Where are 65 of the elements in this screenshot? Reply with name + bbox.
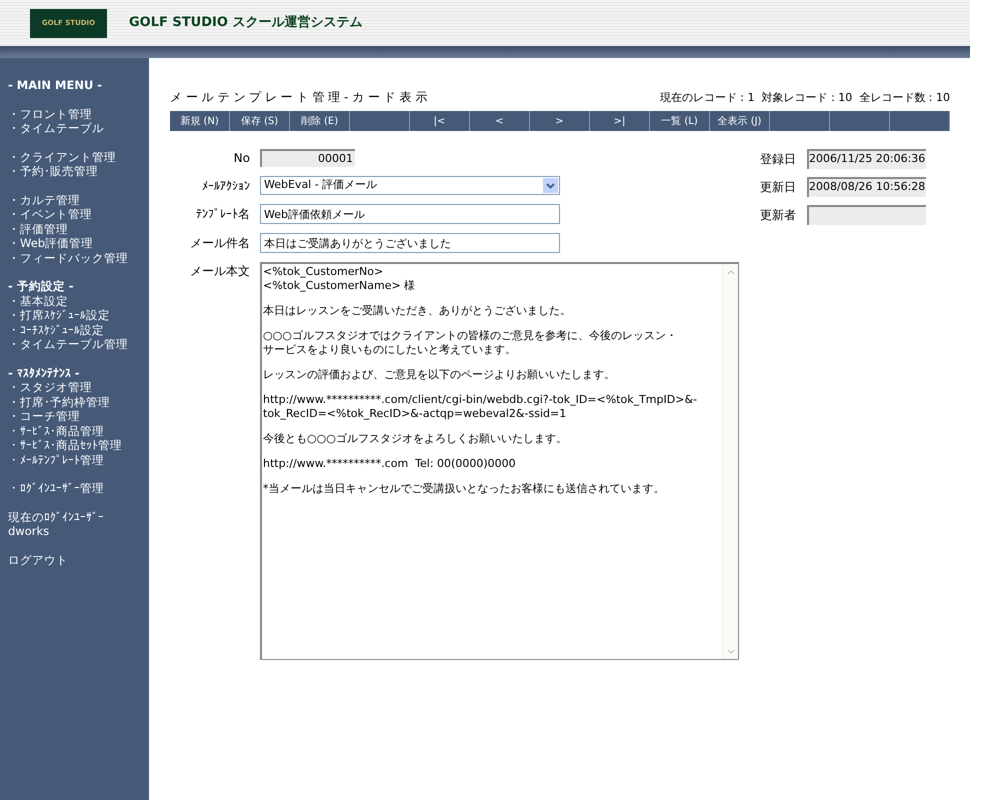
menu-item[interactable]: ・打席･予約枠管理 — [8, 394, 149, 409]
body-text-line: 本日はレッスンをご受講いただき、ありがとうございました。 — [263, 304, 572, 318]
menu-item[interactable]: ・ﾒｰﾙﾃﾝﾌﾟﾚｰﾄ管理 — [8, 452, 149, 467]
menu-item[interactable]: ・打席ｽｹｼﾞｭｰﾙ設定 — [8, 308, 149, 322]
field-label: 登録日 — [760, 151, 797, 168]
toolbar-button[interactable]: |< — [410, 111, 470, 131]
body-text-line: <%tok_CustomerNo> — [263, 265, 384, 279]
menu-item[interactable]: ・基本設定 — [8, 294, 149, 308]
body-text-line: レッスンの評価および、ご意見を以下のページよりお願いいたします。 — [263, 368, 616, 382]
action-select[interactable]: WebEval - 評価メール — [260, 176, 560, 195]
menu-item[interactable]: ・予約･販売管理 — [8, 164, 149, 178]
menu-item[interactable]: ・イベント管理 — [8, 207, 149, 222]
date-field: 2006/11/25 20:06:36 — [807, 149, 926, 169]
menu-heading: - ﾏｽﾀﾒﾝﾃﾅﾝｽ - — [8, 366, 81, 380]
menu-heading: - 予約設定 - — [8, 279, 75, 294]
menu-item[interactable]: ・フロント管理 — [8, 106, 149, 121]
field-label: ﾃﾝﾌﾟﾚｰﾄ名 — [195, 206, 251, 223]
menu-item[interactable]: ・タイムテーブル — [8, 121, 149, 136]
menu-item[interactable]: ・フィードバック管理 — [8, 250, 149, 265]
toolbar-button[interactable]: > — [530, 111, 590, 131]
toolbar-button[interactable]: >| — [590, 111, 650, 131]
body-text-line: ○○○ゴルフスタジオではクライアントの皆様のご意見を参考に、今後のレッスン・ — [263, 329, 678, 343]
menu-item[interactable]: ・評価管理 — [8, 222, 149, 236]
field-label: メール本文 — [189, 263, 251, 280]
toolbar-button[interactable]: 全表示 (J) — [710, 111, 770, 131]
menu-heading: - MAIN MENU - — [8, 78, 104, 92]
field-label: 更新者 — [760, 207, 797, 224]
body-textarea[interactable] — [260, 262, 739, 660]
toolbar-button[interactable]: 一覧 (L) — [650, 111, 710, 131]
menu-item[interactable]: ・Web評価管理 — [8, 236, 149, 250]
menu-item[interactable]: ・ｺｰﾁｽｹｼﾞｭｰﾙ設定 — [8, 322, 149, 337]
menu-item[interactable]: ・スタジオ管理 — [8, 380, 149, 394]
number-field[interactable]: 00001 — [260, 149, 355, 167]
toolbar-button[interactable]: 保存 (S) — [230, 111, 290, 131]
body-text-line: http://www.**********.com Tel: 00(0000)0000 — [263, 457, 517, 471]
menu-item[interactable]: ・カルテ管理 — [8, 192, 149, 207]
scrollbar[interactable] — [722, 264, 738, 659]
menu-item[interactable]: ・クライアント管理 — [8, 150, 149, 164]
menu-item[interactable]: ・タイムテーブル管理 — [8, 337, 149, 352]
menu-item[interactable]: ・ｻｰﾋﾞｽ･商品ｾｯﾄ管理 — [8, 438, 149, 452]
menu-item[interactable]: ・コーチ管理 — [8, 409, 149, 424]
toolbar-button[interactable]: 削除 (E) — [290, 111, 350, 131]
body-text-line: 今後とも○○○ゴルフスタジオをよろしくお願いいたします。 — [263, 432, 568, 446]
field-label: 更新日 — [760, 179, 797, 196]
subject-field[interactable]: 本日はご受講ありがとうございました — [260, 233, 560, 253]
toolbar-button[interactable]: < — [470, 111, 530, 131]
field-label: No — [232, 150, 251, 167]
menu-item[interactable]: ・ﾛｸﾞｲﾝﾕｰｻﾞｰ管理 — [8, 481, 149, 496]
app-title: GOLF STUDIO スクール運営システム — [129, 14, 362, 32]
body-text-line: サービスをより良いものにしたいと考えています。 — [263, 343, 517, 357]
field-label: ﾒｰﾙｱｸｼｮﾝ — [201, 178, 251, 194]
template-name-field[interactable]: Web評価依頼メール — [260, 204, 560, 224]
toolbar-button[interactable]: 新規 (N) — [170, 111, 230, 131]
date-field: 2008/08/26 10:56:28 — [807, 177, 926, 197]
page-title: メ ー ル テ ン プ レ ー ト 管 理 - カ ー ド 表 示 — [170, 89, 428, 106]
record-info: 現在のレコード : 1 対象レコード : 10 全レコード数 : 10 — [660, 90, 950, 106]
body-text-line: <%tok_CustomerName> 様 — [263, 279, 416, 293]
body-text-line: tok_RecID=<%tok_RecID>&-actqp=webeval2&-ssid=1 — [263, 407, 568, 421]
body-text-line: http://www.**********.com/client/cgi-bin/webdb.cgi?-tok_ID=<%tok_TmpID>&- — [263, 393, 698, 407]
menu-item[interactable]: 現在のﾛｸﾞｲﾝﾕｰｻﾞｰ — [8, 510, 149, 524]
field-label: メール件名 — [189, 235, 251, 252]
menu-item[interactable]: ・ｻｰﾋﾞｽ･商品管理 — [8, 424, 149, 438]
menu-item[interactable]: ログアウト — [8, 552, 149, 567]
body-text-line: *当メールは当日キャンセルでご受講扱いとなったお客様にも送信されています。 — [263, 482, 666, 496]
menu-item[interactable]: dworks — [8, 524, 149, 538]
